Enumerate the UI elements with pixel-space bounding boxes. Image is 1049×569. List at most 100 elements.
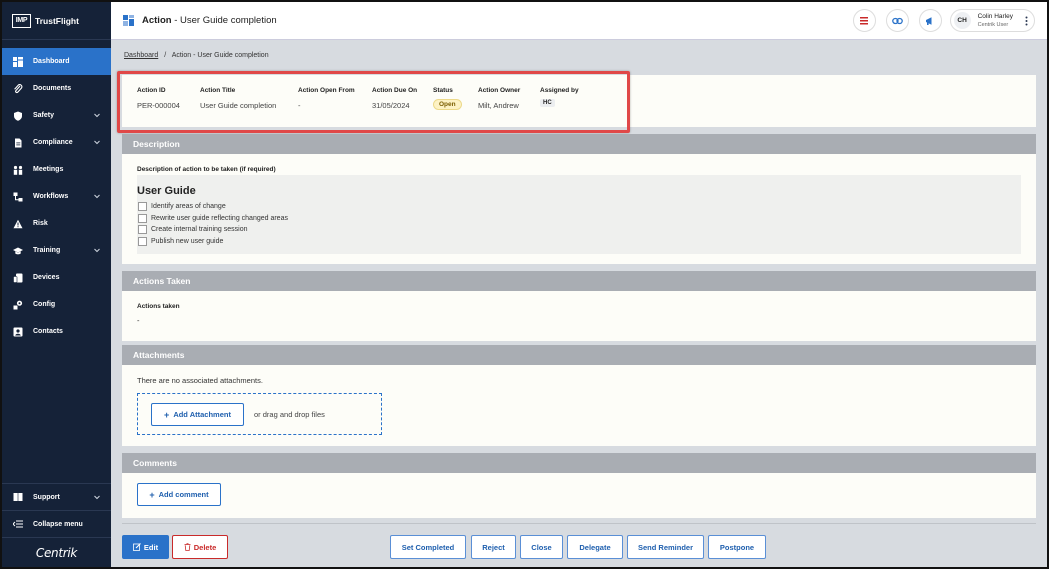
checkbox[interactable] (138, 225, 147, 235)
breadcrumb-dashboard-link[interactable]: Dashboard (124, 52, 158, 59)
shield-icon (13, 111, 23, 121)
user-name: Colin Harley (977, 12, 1013, 20)
imp-logo-mark: IMP (12, 13, 31, 28)
collapse-icon (13, 519, 23, 529)
sidebar-item-documents[interactable]: Documents (2, 75, 111, 102)
description-content: User Guide Identify areas of change Rewr… (137, 175, 1021, 254)
config-icon (13, 300, 23, 310)
delegate-button[interactable]: Delegate (567, 535, 623, 559)
send-reminder-button[interactable]: Send Reminder (627, 535, 704, 559)
postpone-button[interactable]: Postpone (708, 535, 766, 559)
breadcrumb: Dashboard / Action - User Guide completi… (124, 52, 269, 59)
chevron-down-icon (94, 495, 100, 500)
chevron-down-icon (94, 140, 100, 145)
book-icon (13, 492, 23, 502)
sidebar-item-label: Documents (33, 85, 72, 92)
logo[interactable]: IMP TrustFlight (2, 2, 111, 40)
plus-icon: + (149, 489, 155, 500)
plus-icon: + (164, 409, 170, 420)
checkbox[interactable] (138, 236, 147, 246)
reject-button[interactable]: Reject (471, 535, 516, 559)
add-comment-button[interactable]: + Add comment (137, 483, 221, 506)
sidebar-item-label: Config (33, 301, 56, 308)
user-info: Colin Harley Centrik User (978, 12, 1013, 30)
drag-drop-text: or drag and drop files (254, 410, 325, 419)
add-comment-label: Add comment (158, 490, 209, 499)
workflow-icon (13, 192, 23, 202)
link-icon (891, 17, 903, 24)
list-icon (860, 16, 869, 24)
sidebar-nav: Dashboard Documents Safety Compliance Me… (2, 48, 111, 345)
chevron-down-icon (94, 248, 100, 253)
checklist-item: Create internal training session (138, 224, 288, 236)
description-label: Description of action to be taken (if re… (137, 166, 276, 173)
brand-name: TrustFlight (35, 15, 79, 26)
sidebar-support-label: Support (33, 493, 60, 501)
checklist-item: Rewrite user guide reflecting changed ar… (138, 213, 288, 225)
add-attachment-button[interactable]: + Add Attachment (151, 403, 244, 426)
breadcrumb-separator: / (164, 52, 167, 59)
risk-icon (13, 219, 23, 229)
sidebar-item-workflows[interactable]: Workflows (2, 183, 111, 210)
sidebar-item-safety[interactable]: Safety (2, 102, 111, 129)
collapse-menu-button[interactable]: Collapse menu (2, 510, 111, 537)
link-button[interactable] (885, 9, 909, 32)
announcement-button[interactable] (918, 9, 942, 32)
people-icon (13, 165, 23, 175)
delete-button[interactable]: Delete (172, 535, 228, 559)
sidebar-item-dashboard[interactable]: Dashboard (2, 48, 111, 75)
list-button[interactable] (852, 9, 876, 32)
actions-taken-value: - (137, 316, 140, 325)
trash-icon (184, 543, 191, 551)
chevron-down-icon (94, 113, 100, 118)
chevron-down-icon (94, 194, 100, 199)
description-card: Description Description of action to be … (122, 134, 1036, 264)
user-menu[interactable]: CH Colin Harley Centrik User (949, 9, 1035, 32)
paperclip-icon (13, 83, 23, 94)
sidebar-item-label: Safety (33, 112, 55, 119)
avatar: CH (953, 12, 971, 29)
add-attachment-label: Add Attachment (173, 410, 231, 419)
checkbox[interactable] (138, 213, 147, 223)
checklist-item: Identify areas of change (138, 201, 288, 213)
sidebar: IMP TrustFlight Dashboard Documents Safe… (2, 2, 111, 567)
checklist-item-label: Identify areas of change (151, 203, 226, 211)
page-title-bold: Action (142, 15, 172, 26)
close-button[interactable]: Close (520, 535, 563, 559)
sidebar-item-meetings[interactable]: Meetings (2, 156, 111, 183)
breadcrumb-current: Action - User Guide completion (171, 52, 269, 59)
top-bar: Action - User Guide completion CH Colin … (111, 2, 1047, 40)
edit-button[interactable]: Edit (122, 535, 169, 559)
checklist-item-label: Create internal training session (151, 226, 248, 234)
dashboard-icon (13, 56, 23, 67)
checkbox[interactable] (138, 202, 147, 212)
sidebar-item-label: Dashboard (33, 58, 70, 65)
sidebar-item-label: Compliance (33, 139, 73, 146)
sidebar-item-risk[interactable]: Risk (2, 210, 111, 237)
description-heading: User Guide (137, 185, 196, 197)
sidebar-item-training[interactable]: Training (2, 237, 111, 264)
delete-label: Delete (193, 542, 217, 552)
graduation-cap-icon (13, 246, 23, 256)
megaphone-icon (926, 16, 932, 25)
actions-taken-card: Actions Taken Actions taken - (122, 271, 1036, 341)
checklist: Identify areas of change Rewrite user gu… (138, 201, 288, 247)
page-title-rest: - User Guide completion (171, 15, 277, 26)
footer-divider (122, 523, 1036, 524)
comments-card: Comments + Add comment (122, 453, 1036, 518)
sidebar-item-devices[interactable]: Devices (2, 264, 111, 291)
sidebar-item-compliance[interactable]: Compliance (2, 129, 111, 156)
kebab-menu-icon[interactable] (1025, 16, 1028, 26)
sidebar-item-config[interactable]: Config (2, 291, 111, 318)
description-header: Description (122, 134, 1036, 154)
actions-taken-label: Actions taken (137, 303, 180, 310)
sidebar-item-label: Risk (33, 220, 48, 227)
set-completed-button[interactable]: Set Completed (390, 535, 466, 559)
attachment-drop-zone[interactable]: + Add Attachment or drag and drop files (137, 393, 382, 435)
sidebar-item-contacts[interactable]: Contacts (2, 318, 111, 345)
topbar-actions: CH Colin Harley Centrik User (843, 9, 1035, 32)
sidebar-item-support[interactable]: Support (2, 483, 111, 510)
document-icon (13, 138, 23, 148)
edit-label: Edit (143, 542, 159, 552)
highlight-box (117, 71, 630, 133)
